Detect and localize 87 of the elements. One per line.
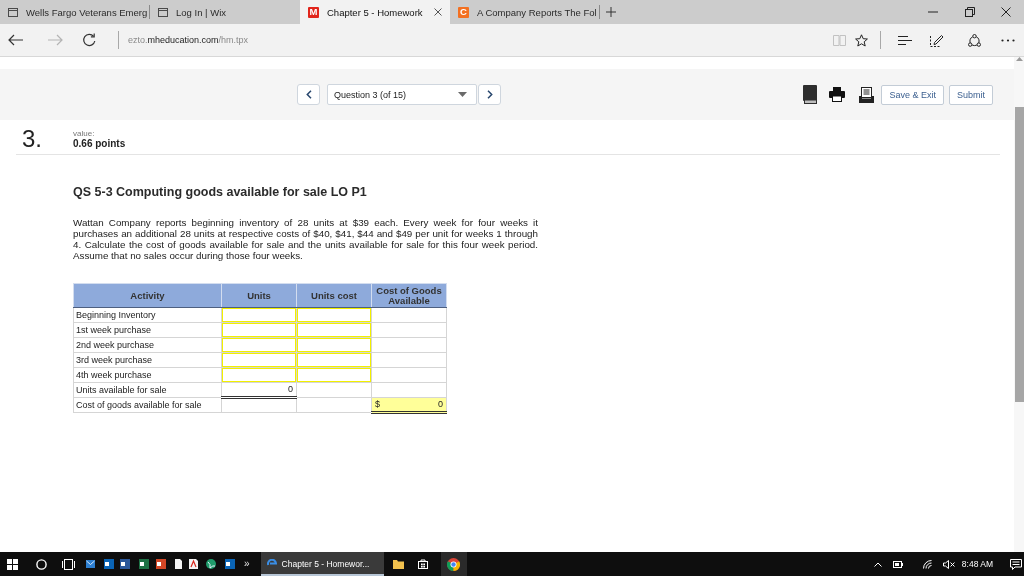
currency-sign: $ xyxy=(375,398,380,411)
scrollbar[interactable] xyxy=(1014,57,1024,552)
column-header: Cost of Goods Available xyxy=(371,283,447,308)
letter-logo-icon: M xyxy=(308,6,319,18)
refresh-icon[interactable] xyxy=(82,33,96,47)
mail-app-icon[interactable] xyxy=(225,559,235,569)
question-title: QS 5-3 Computing goods available for sale LO P1 xyxy=(73,185,367,200)
book-icon[interactable] xyxy=(803,85,818,104)
page-icon xyxy=(158,7,168,17)
table-cell: 0 xyxy=(221,382,297,398)
action-button[interactable]: Submit xyxy=(949,84,993,105)
action-button[interactable]: Save & Exit xyxy=(881,84,944,105)
printer-icon[interactable] xyxy=(829,87,846,102)
menu-lines-icon[interactable] xyxy=(898,35,912,45)
windows-logo-icon[interactable] xyxy=(7,558,18,570)
table-cell: 1st week purchase xyxy=(73,322,222,338)
close-icon[interactable] xyxy=(1001,7,1011,17)
mail-app-icon[interactable] xyxy=(104,559,114,569)
star-icon[interactable] xyxy=(855,33,868,47)
table-cell: Units available for sale xyxy=(73,382,222,398)
task-view-icon[interactable] xyxy=(62,558,75,570)
scrollbar-thumb[interactable] xyxy=(1014,107,1024,402)
shopping-bag-icon[interactable] xyxy=(417,559,428,569)
input-field[interactable] xyxy=(297,368,371,382)
input-field[interactable] xyxy=(297,338,371,352)
document-app-icon[interactable] xyxy=(120,559,130,569)
restore-icon[interactable] xyxy=(964,7,975,17)
input-field[interactable] xyxy=(222,368,296,382)
question-text: Wattan Company reports beginning inventory of 28 units at $39 each. Every week for four weeks it purchases an additional 28 units at respective costs of $40, $41, $44 and $49 per unit for weeks 1 through 4. Calculate the cost of goods available for sale and the units available for sale for this four week period. Assume that no sales occur during those four weeks. xyxy=(73,217,538,261)
more-icon[interactable] xyxy=(1001,38,1015,42)
spreadsheet-app-icon[interactable] xyxy=(139,559,149,569)
mail-icon[interactable] xyxy=(86,560,95,568)
column-header: Activity xyxy=(73,283,222,308)
question-number: 3. xyxy=(22,128,43,150)
table-cell: 4th week purchase xyxy=(73,367,222,383)
overflow-chevron[interactable]: » xyxy=(244,559,250,569)
input-field[interactable] xyxy=(222,353,296,367)
pen-note-icon[interactable] xyxy=(930,33,944,47)
total-value: 0 xyxy=(438,398,443,411)
chevron-up-icon[interactable] xyxy=(873,561,882,567)
document-tray-icon[interactable] xyxy=(859,86,875,103)
pdf-file-icon[interactable] xyxy=(189,559,198,569)
browser-icon xyxy=(447,557,461,571)
close-icon[interactable] xyxy=(434,8,442,16)
next-button[interactable] xyxy=(478,84,501,105)
previous-button[interactable] xyxy=(297,84,320,105)
chevron-right-icon xyxy=(486,90,493,99)
caret-down-icon xyxy=(458,92,467,97)
browser-tab[interactable]: C A Company Reports The Fol xyxy=(450,0,600,24)
plus-icon[interactable] xyxy=(606,7,616,17)
taskbar-window-button[interactable]: Chapter 5 - Homewor... xyxy=(260,552,384,576)
table-cell: 3rd week purchase xyxy=(73,352,222,368)
globe-icon[interactable] xyxy=(206,559,216,569)
wifi-icon[interactable] xyxy=(922,559,933,569)
table-cell: Cost of goods available for sale xyxy=(73,397,222,413)
value-label: value: xyxy=(73,129,95,138)
page-icon xyxy=(8,7,18,17)
notification-icon[interactable] xyxy=(1010,558,1022,570)
scroll-up-arrow-icon[interactable] xyxy=(1015,57,1023,61)
browser-tab[interactable]: Wells Fargo Veterans Emerg xyxy=(0,0,150,24)
speaker-muted-icon[interactable] xyxy=(942,559,955,569)
input-field[interactable] xyxy=(297,353,371,367)
points-value: 0.66 points xyxy=(73,138,126,150)
question-dropdown[interactable]: Question 3 (of 15) xyxy=(327,84,477,105)
clock-text[interactable]: 8:48 AM xyxy=(961,559,993,569)
column-header: Units xyxy=(221,283,297,308)
chevron-left-icon xyxy=(305,90,312,99)
back-arrow-icon[interactable] xyxy=(7,34,23,46)
letter-logo-icon: C xyxy=(458,6,469,18)
browser-tab[interactable]: M Chapter 5 - Homework xyxy=(300,0,450,24)
input-field[interactable] xyxy=(222,323,296,337)
share-icon[interactable] xyxy=(967,33,981,47)
battery-icon[interactable] xyxy=(892,560,903,568)
input-field[interactable] xyxy=(297,308,371,322)
input-field[interactable] xyxy=(297,323,371,337)
table-cell: Beginning Inventory xyxy=(73,307,222,323)
input-field[interactable] xyxy=(222,338,296,352)
search-icon[interactable] xyxy=(36,558,47,570)
file-icon[interactable] xyxy=(175,559,182,569)
folder-icon[interactable] xyxy=(392,559,404,569)
table-cell: 2nd week purchase xyxy=(73,337,222,353)
browser-tab[interactable]: Log In | Wix xyxy=(150,0,300,24)
input-field[interactable] xyxy=(222,308,296,322)
taskbar-app-button[interactable] xyxy=(440,552,467,576)
presentation-app-icon[interactable] xyxy=(156,559,166,569)
column-header: Units cost xyxy=(296,283,372,308)
url-text[interactable]: ezto.mheducation.com/hm.tpx xyxy=(128,35,249,45)
